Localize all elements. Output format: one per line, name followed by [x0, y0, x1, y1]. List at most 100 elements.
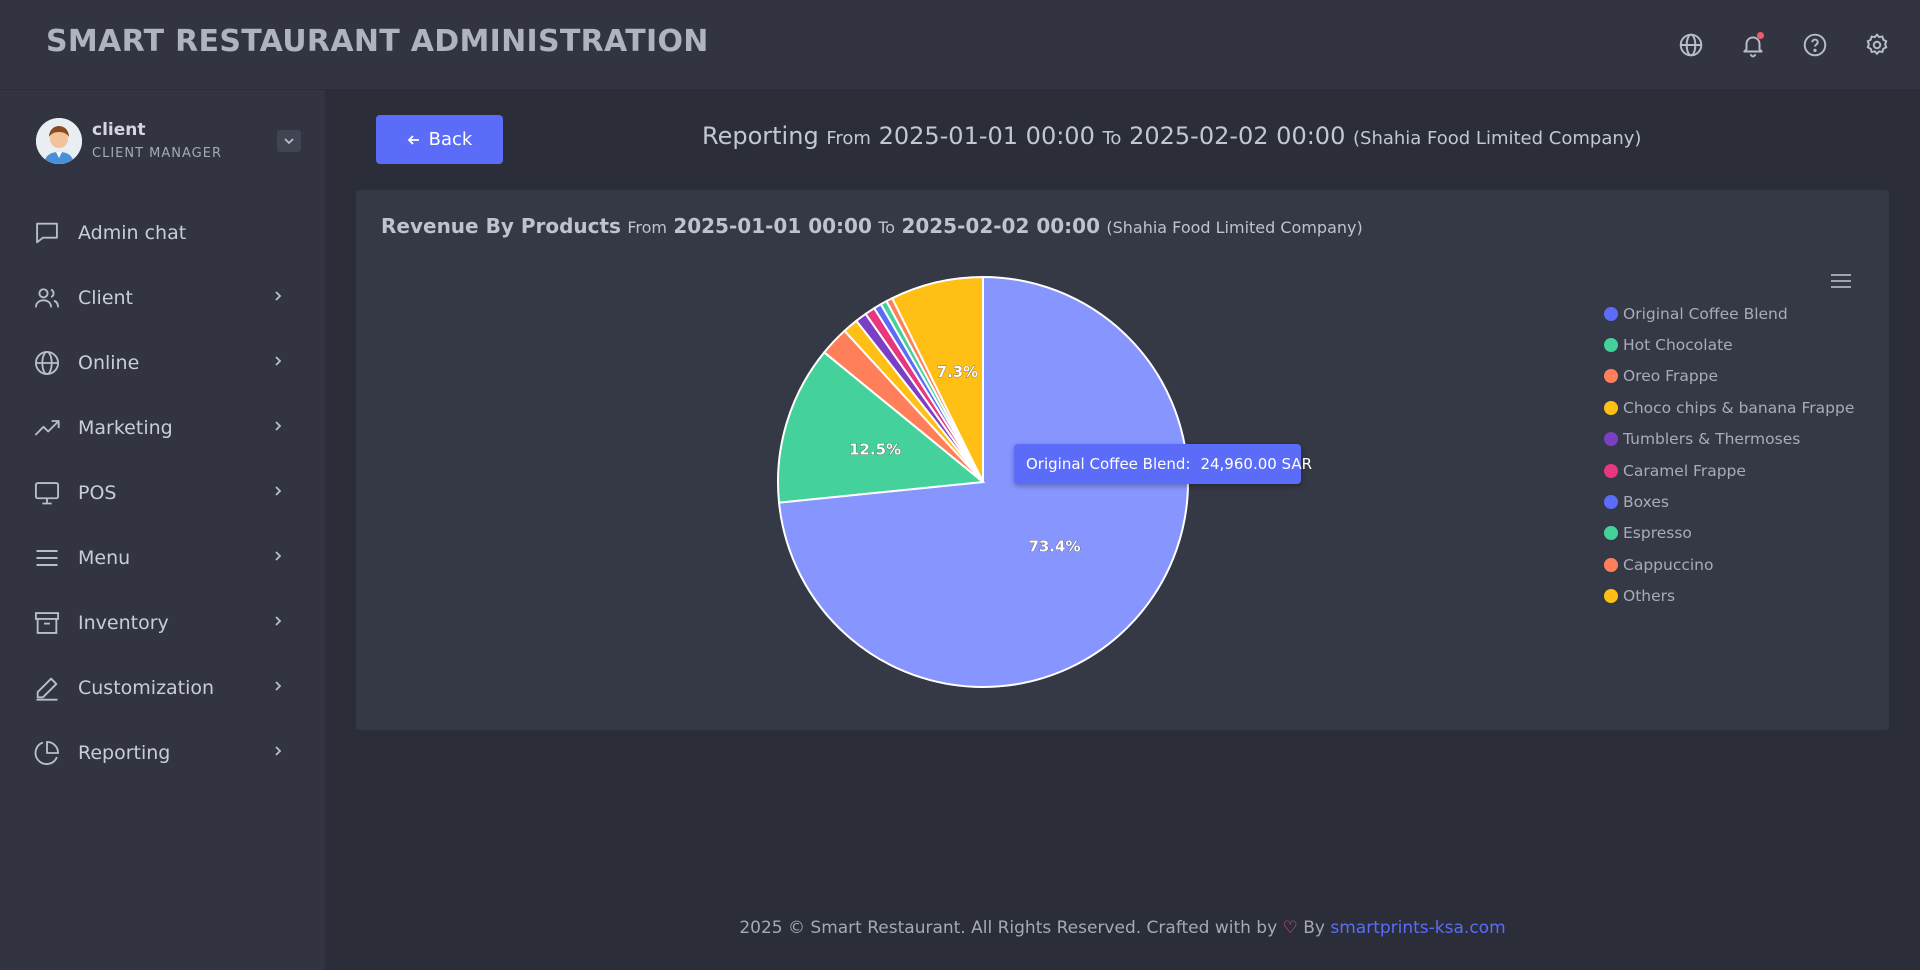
pen-icon — [32, 673, 62, 703]
sidebar-item-client[interactable]: Client — [0, 265, 325, 330]
legend-marker — [1604, 526, 1618, 541]
sidebar-item-label: Inventory — [78, 611, 169, 634]
chevron-right-icon — [275, 681, 282, 691]
legend-marker — [1604, 306, 1618, 321]
chevron-right-icon — [275, 291, 282, 301]
sidebar-item-label: Customization — [78, 676, 215, 699]
users-icon — [32, 283, 62, 313]
legend-label: Choco chips & banana Frappe — [1623, 398, 1855, 417]
tooltip-value: 24,960.00 SAR — [1200, 455, 1313, 473]
to-date: 2025-02-02 00:00 — [1129, 122, 1346, 150]
legend-marker — [1604, 589, 1618, 604]
legend-item[interactable]: Caramel Frappe — [1604, 455, 1854, 486]
header-icons — [1676, 30, 1892, 60]
brand-title: SMART RESTAURANT ADMINISTRATION — [46, 24, 709, 59]
legend-item[interactable]: Hot Chocolate — [1604, 329, 1854, 360]
gear-icon[interactable] — [1862, 30, 1892, 60]
back-button[interactable]: Back — [376, 115, 503, 164]
legend-label: Caramel Frappe — [1623, 461, 1746, 480]
legend-item[interactable]: Tumblers & Thermoses — [1604, 424, 1854, 455]
chat-icon — [32, 218, 62, 248]
chart-legend: Original Coffee Blend Hot Chocolate Oreo F… — [1604, 298, 1854, 612]
heart-icon: ♡ — [1282, 918, 1298, 938]
legend-item[interactable]: Espresso — [1604, 518, 1854, 549]
footer-text: 2025 © Smart Restaurant. All Rights Rese… — [739, 918, 1278, 938]
pie-data-label: 12.5% — [849, 441, 901, 459]
pie-chart-icon — [32, 738, 62, 768]
footer-link[interactable]: smartprints-ksa.com — [1330, 918, 1505, 938]
chevron-right-icon — [275, 356, 282, 366]
chevron-right-icon — [275, 421, 282, 431]
legend-marker — [1604, 557, 1618, 572]
profile-role: CLIENT MANAGER — [92, 146, 222, 161]
globe-icon[interactable] — [1676, 30, 1706, 60]
archive-icon — [32, 608, 62, 638]
sidebar-item-label: Online — [78, 351, 140, 374]
chevron-right-icon — [275, 551, 282, 561]
legend-marker — [1604, 463, 1618, 478]
chevron-right-icon — [275, 616, 282, 626]
legend-marker — [1604, 495, 1618, 510]
trending-up-icon — [32, 413, 62, 443]
legend-label: Cappuccino — [1623, 555, 1714, 574]
monitor-icon — [32, 478, 62, 508]
legend-item[interactable]: Cappuccino — [1604, 549, 1854, 580]
sidebar-item-marketing[interactable]: Marketing — [0, 395, 325, 460]
footer: 2025 © Smart Restaurant. All Rights Rese… — [325, 918, 1920, 938]
legend-item[interactable]: Choco chips & banana Frappe — [1604, 392, 1854, 423]
legend-item[interactable]: Boxes — [1604, 486, 1854, 517]
to-label: To — [1102, 128, 1122, 149]
legend-item[interactable]: Others — [1604, 581, 1854, 612]
report-title: Reporting — [702, 122, 819, 150]
report-header: Reporting From 2025-01-01 00:00 To 2025-… — [702, 122, 1641, 150]
legend-marker — [1604, 338, 1618, 353]
notification-dot — [1757, 32, 1764, 39]
legend-label: Boxes — [1623, 493, 1669, 512]
pie-data-label: 73.4% — [1028, 538, 1080, 556]
sidebar-item-label: Client — [78, 286, 134, 309]
pie-data-label: 7.3% — [937, 363, 979, 381]
sidebar-item-admin-chat[interactable]: Admin chat — [0, 200, 325, 265]
sidebar-item-menu[interactable]: Menu — [0, 525, 325, 590]
sidebar-item-label: Marketing — [78, 416, 173, 439]
sidebar-item-reporting[interactable]: Reporting — [0, 720, 325, 785]
legend-label: Others — [1623, 587, 1676, 606]
legend-label: Espresso — [1623, 524, 1692, 543]
sidebar-item-label: POS — [78, 481, 117, 504]
chevron-down-icon — [284, 138, 294, 145]
company-name: (Shahia Food Limited Company) — [1353, 128, 1642, 149]
chevron-right-icon — [275, 746, 282, 756]
chevron-right-icon — [275, 486, 282, 496]
legend-item[interactable]: Oreo Frappe — [1604, 361, 1854, 392]
chart-tooltip: Original Coffee Blend: 24,960.00 SAR — [1014, 444, 1312, 484]
legend-marker — [1604, 432, 1618, 447]
legend-marker — [1604, 400, 1618, 415]
sidebar-item-customization[interactable]: Customization — [0, 655, 325, 720]
legend-label: Oreo Frappe — [1623, 367, 1719, 386]
sidebar-item-online[interactable]: Online — [0, 330, 325, 395]
bell-icon[interactable] — [1738, 30, 1768, 60]
profile-name: client — [92, 120, 146, 140]
legend-label: Hot Chocolate — [1623, 336, 1733, 355]
globe-icon — [32, 348, 62, 378]
back-button-label: Back — [428, 129, 473, 150]
sidebar-item-label: Admin chat — [78, 221, 187, 244]
sidebar: client CLIENT MANAGER Admin chat Client … — [0, 90, 325, 970]
legend-label: Tumblers & Thermoses — [1623, 430, 1801, 449]
legend-item[interactable]: Original Coffee Blend — [1604, 298, 1854, 329]
sidebar-item-label: Reporting — [78, 741, 171, 764]
from-label: From — [826, 128, 871, 149]
sidebar-nav: Admin chat Client Online Marketing POS M… — [0, 200, 325, 785]
legend-marker — [1604, 369, 1618, 384]
sidebar-item-inventory[interactable]: Inventory — [0, 590, 325, 655]
avatar — [36, 118, 82, 164]
help-icon[interactable] — [1800, 30, 1830, 60]
tooltip-label: Original Coffee Blend: — [1026, 455, 1191, 473]
profile-dropdown-toggle[interactable] — [277, 130, 301, 152]
footer-by: By — [1303, 918, 1325, 938]
user-profile: client CLIENT MANAGER — [36, 118, 301, 170]
menu-icon — [32, 543, 62, 573]
top-header: SMART RESTAURANT ADMINISTRATION — [0, 0, 1920, 90]
sidebar-item-pos[interactable]: POS — [0, 460, 325, 525]
revenue-chart-card: Revenue By Products From 2025-01-01 00:0… — [356, 190, 1889, 730]
